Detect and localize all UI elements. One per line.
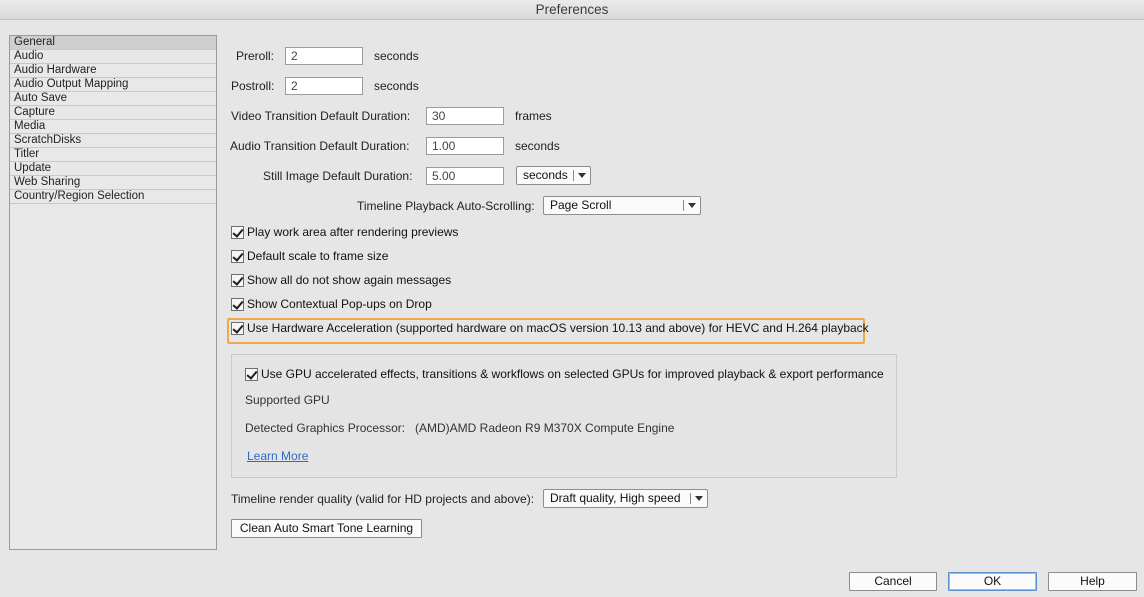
sidebar-item-titler[interactable]: Titler [10,148,216,162]
checkbox-checked-icon [231,250,244,263]
ok-button[interactable]: OK [948,572,1037,591]
checkbox-label: Show all do not show again messages [247,273,452,287]
detected-gpu-value: (AMD)AMD Radeon R9 M370X Compute Engine [415,421,675,435]
still-image-unit-value: seconds [523,168,568,182]
preroll-unit: seconds [374,49,419,63]
cancel-button[interactable]: Cancel [849,572,937,591]
checkbox-checked-icon [231,226,244,239]
sidebar-item-update[interactable]: Update [10,162,216,176]
checkbox-checked-icon [245,368,258,381]
preroll-field[interactable]: 2 [285,47,363,65]
auto-scroll-dropdown[interactable]: Page Scroll [543,196,701,215]
auto-scroll-label: Timeline Playback Auto-Scrolling: [357,199,535,213]
checkbox-label: Default scale to frame size [247,249,389,263]
sidebar-item-audio-hardware[interactable]: Audio Hardware [10,64,216,78]
preferences-sidebar: General Audio Audio Hardware Audio Outpu… [9,35,217,550]
checkbox-checked-icon [231,322,244,335]
video-transition-label: Video Transition Default Duration: [231,109,411,123]
postroll-label: Postroll: [231,79,275,93]
still-image-label: Still Image Default Duration: [263,169,413,183]
clean-smart-tone-button[interactable]: Clean Auto Smart Tone Learning [231,519,422,538]
sidebar-item-media[interactable]: Media [10,120,216,134]
dropdown-separator [690,493,691,504]
dropdown-separator [573,170,574,181]
supported-gpu-label: Supported GPU [245,393,330,407]
video-transition-unit: frames [515,109,552,123]
preroll-label: Preroll: [236,49,275,63]
detected-gpu-label: Detected Graphics Processor: [245,421,406,435]
chevron-down-icon [695,496,703,501]
dropdown-separator [683,200,684,211]
render-quality-label: Timeline render quality (valid for HD pr… [231,492,535,506]
auto-scroll-value: Page Scroll [550,198,612,212]
audio-transition-field[interactable]: 1.00 [426,137,504,155]
audio-transition-label: Audio Transition Default Duration: [230,139,410,153]
sidebar-item-capture[interactable]: Capture [10,106,216,120]
audio-transition-unit: seconds [515,139,560,153]
still-image-field[interactable]: 5.00 [426,167,504,185]
window-title: Preferences [0,0,1144,20]
checkbox-label: Use Hardware Acceleration (supported har… [247,321,869,335]
sidebar-item-audio[interactable]: Audio [10,50,216,64]
checkbox-checked-icon [231,274,244,287]
sidebar-item-country-region[interactable]: Country/Region Selection [10,190,216,204]
render-quality-value: Draft quality, High speed [550,491,681,505]
postroll-field[interactable]: 2 [285,77,363,95]
learn-more-link[interactable]: Learn More [247,449,308,463]
chevron-down-icon [688,203,696,208]
help-button[interactable]: Help [1048,572,1137,591]
sidebar-item-general[interactable]: General [10,36,216,50]
checkbox-label: Play work area after rendering previews [247,225,459,239]
sidebar-item-web-sharing[interactable]: Web Sharing [10,176,216,190]
sidebar-item-auto-save[interactable]: Auto Save [10,92,216,106]
checkbox-checked-icon [231,298,244,311]
video-transition-field[interactable]: 30 [426,107,504,125]
checkbox-label: Show Contextual Pop-ups on Drop [247,297,432,311]
checkbox-label: Use GPU accelerated effects, transitions… [261,367,884,381]
chevron-down-icon [578,173,586,178]
sidebar-item-scratchdisks[interactable]: ScratchDisks [10,134,216,148]
postroll-unit: seconds [374,79,419,93]
sidebar-item-audio-output-mapping[interactable]: Audio Output Mapping [10,78,216,92]
still-image-unit-dropdown[interactable]: seconds [516,166,591,185]
render-quality-dropdown[interactable]: Draft quality, High speed [543,489,708,508]
